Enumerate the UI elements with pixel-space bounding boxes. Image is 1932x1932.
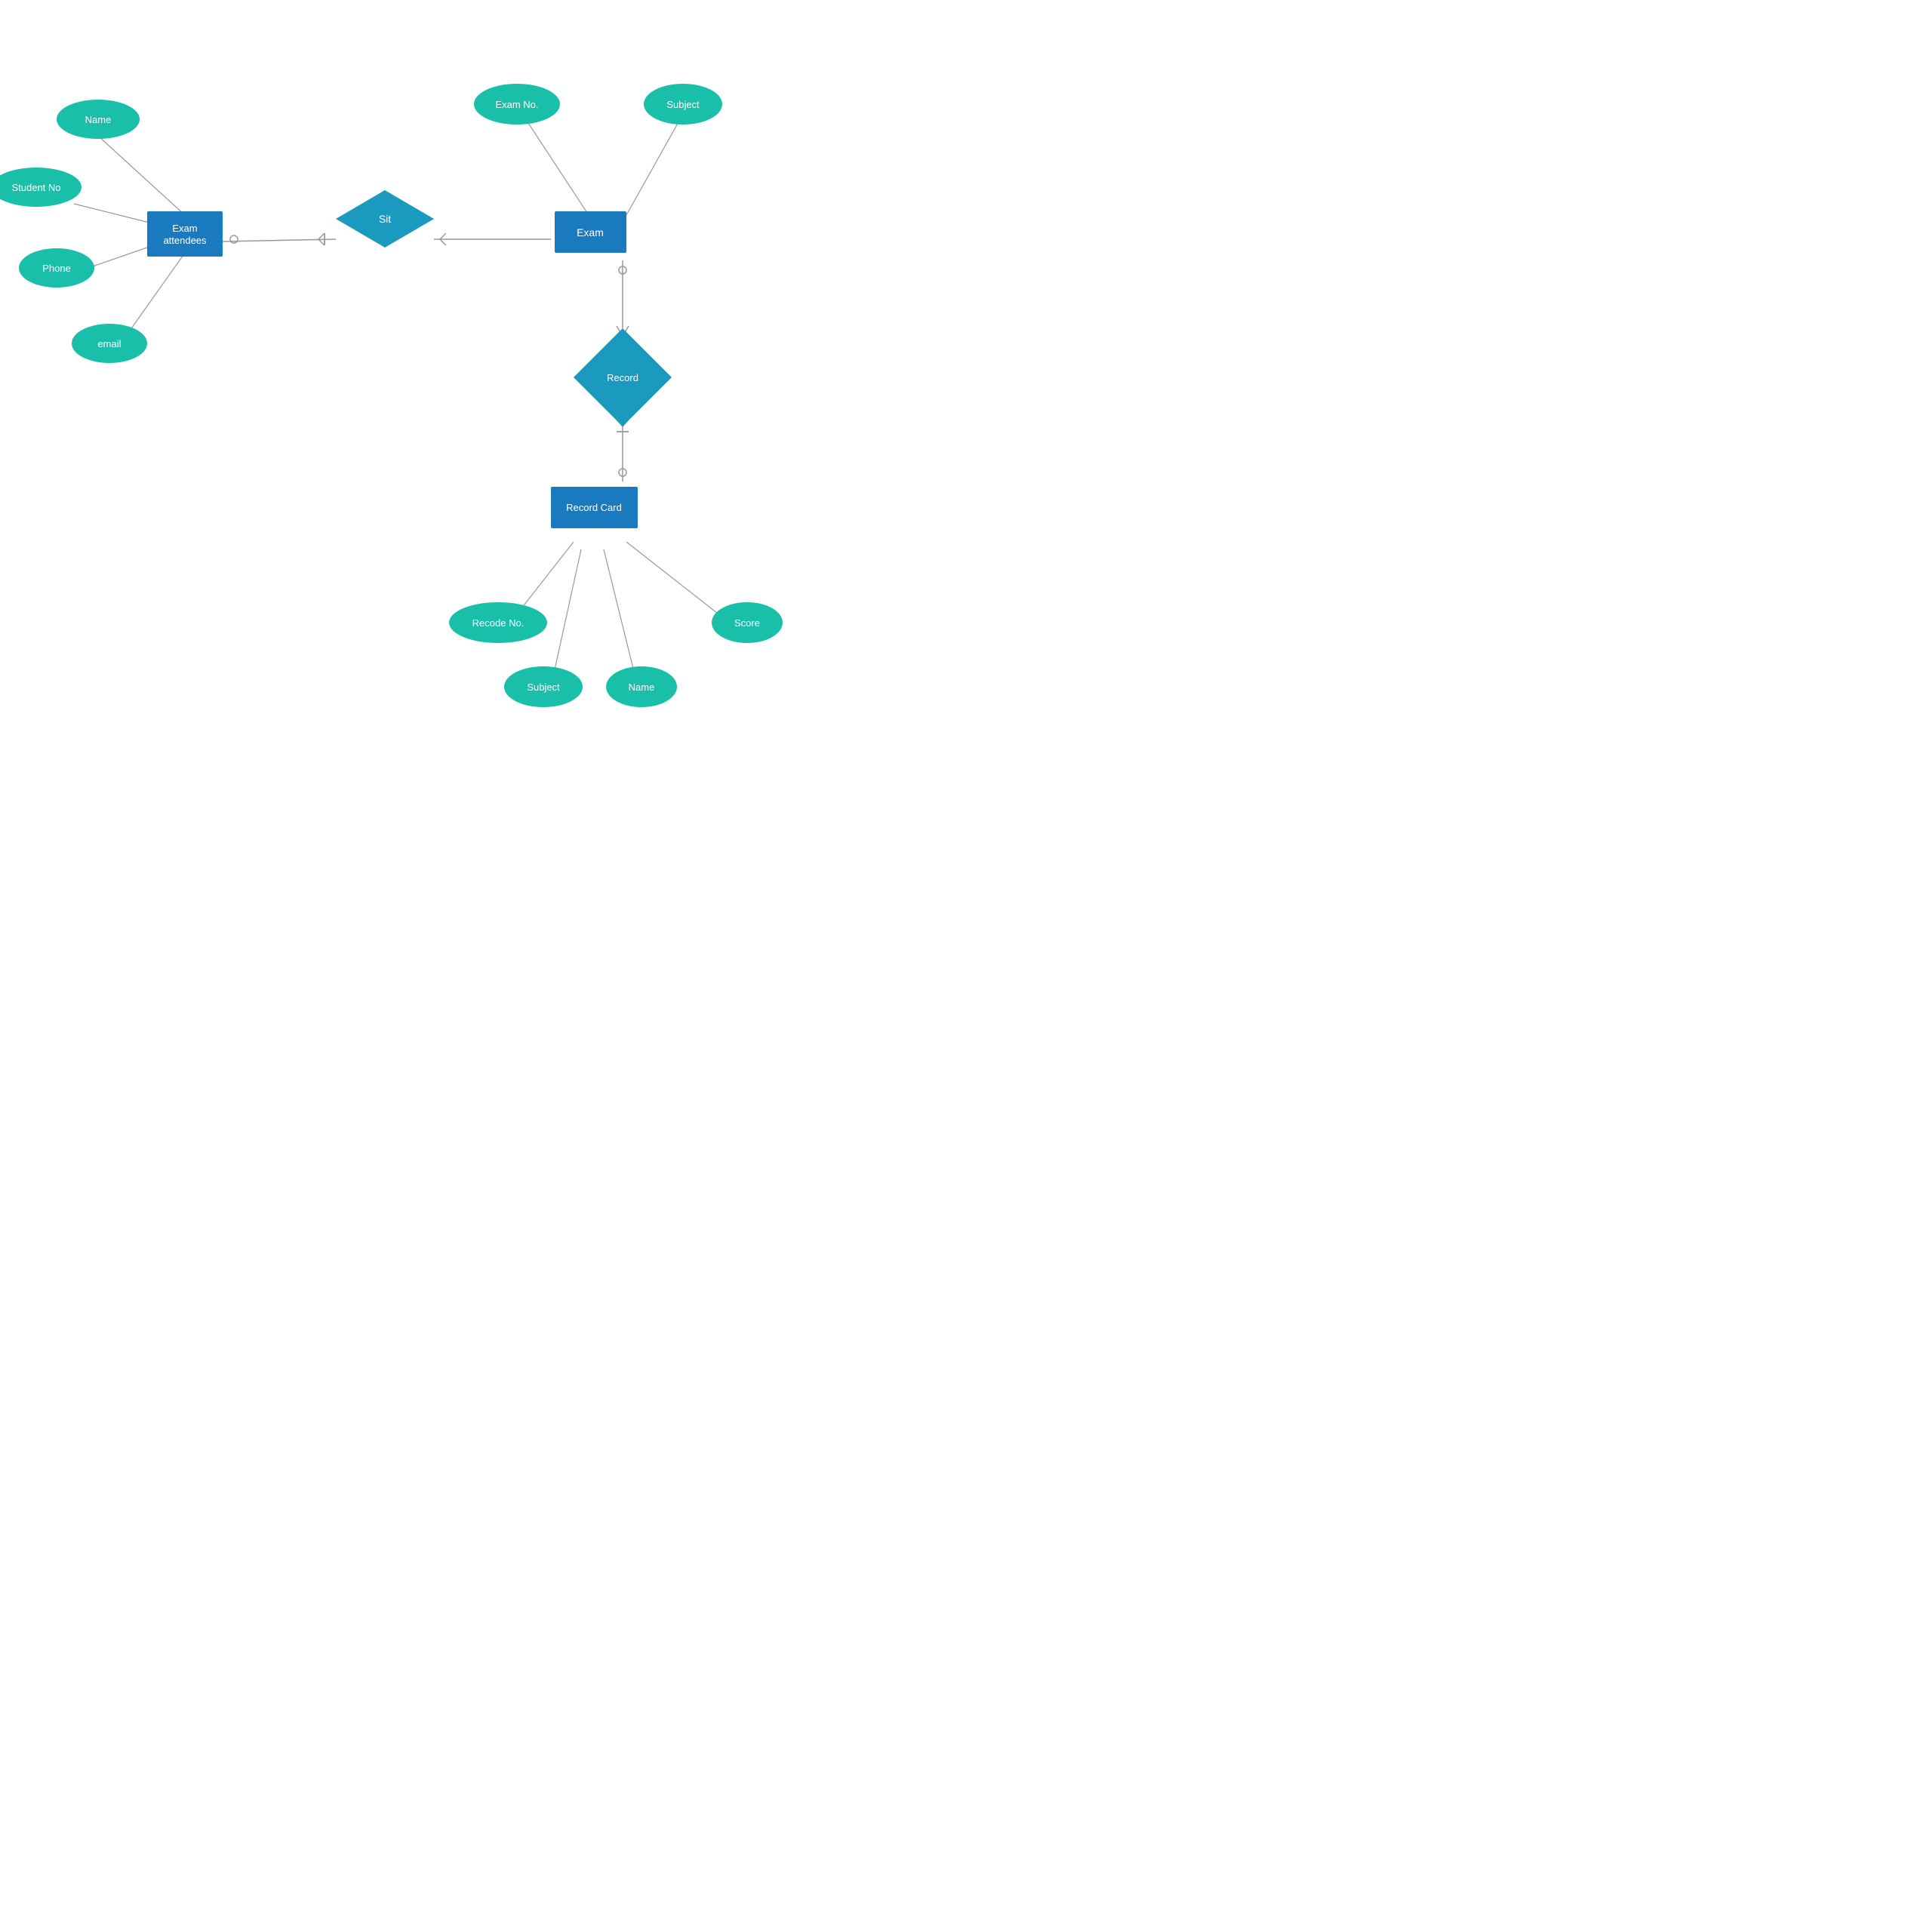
entity-exam-label: Exam <box>577 226 604 238</box>
attr-email-label: email <box>97 338 121 349</box>
attr-score-label: Score <box>734 617 760 629</box>
entity-record-card-label: Record Card <box>566 502 622 513</box>
er-diagram: Exam attendees Exam Record Card Sit Reco… <box>0 0 800 800</box>
attr-subject2-label: Subject <box>527 681 560 693</box>
relation-record-label: Record <box>607 372 638 383</box>
attr-name1-label: Name <box>85 114 112 125</box>
attr-line <box>604 549 638 687</box>
attr-subject1-label: Subject <box>666 99 700 110</box>
attr-line <box>527 121 589 215</box>
attr-exam-no-label: Exam No. <box>495 99 538 110</box>
attr-line <box>626 542 724 619</box>
attr-line <box>98 136 185 215</box>
entity-exam-attendees-label: Exam <box>172 223 197 234</box>
entity-exam-attendees[interactable] <box>147 211 223 257</box>
attr-recode-no-label: Recode No. <box>472 617 525 629</box>
attr-name2-label: Name <box>629 681 655 693</box>
entity-exam-attendees-label2: attendees <box>163 235 207 246</box>
attr-line <box>551 549 581 687</box>
attr-phone-label: Phone <box>42 263 71 274</box>
attr-line <box>626 121 679 215</box>
attr-student-no-label: Student No <box>11 182 60 193</box>
relation-sit-label: Sit <box>379 213 391 225</box>
